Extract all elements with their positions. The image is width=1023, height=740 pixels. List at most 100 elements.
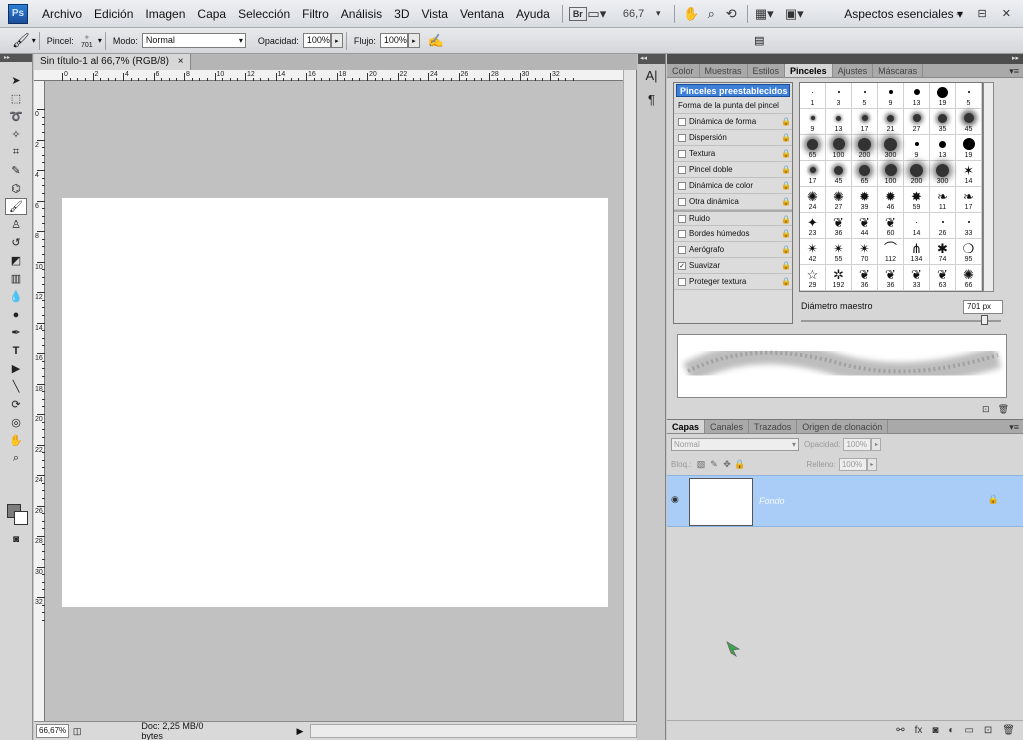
brush-option-checkbox[interactable] [678,149,686,158]
lock-icon[interactable]: 🔒 [781,215,791,224]
brush-preset[interactable]: 5 [852,83,878,109]
document-tab[interactable]: Sin título-1 al 66,7% (RGB/8) × [34,54,191,70]
brush-preset[interactable]: ❧ 17 [956,187,982,213]
brush-option-row[interactable]: Ruido 🔒 [674,210,792,226]
new-brush-icon[interactable]: ⊡ [982,404,998,414]
brush-preset[interactable]: ❦ 63 [930,265,956,291]
background-color-swatch[interactable] [14,511,28,525]
visibility-eye-icon[interactable]: ◉ [671,494,682,505]
brush-preset[interactable]: 13 [904,83,930,109]
tab-mascaras[interactable]: Máscaras [873,64,924,77]
brush-preset[interactable]: 65 [800,135,826,161]
zoom-tool-icon[interactable]: ⌕ [701,4,721,24]
brush-option-checkbox[interactable]: ✓ [678,261,686,270]
brush-option-checkbox[interactable] [678,165,686,174]
brush-preset[interactable]: 14 [904,213,930,239]
brush-preset[interactable]: ✱ 74 [930,239,956,265]
brush-preset[interactable]: ❦ 36 [852,265,878,291]
tab-estilos[interactable]: Estilos [748,64,786,77]
canvas[interactable] [62,198,608,607]
brush-preset[interactable]: ✺ 27 [826,187,852,213]
link-icon[interactable]: ⚯ [896,725,904,736]
menu-edicion[interactable]: Edición [88,0,139,28]
brush-option-checkbox[interactable] [678,133,686,142]
adjustment-icon[interactable]: ◐ [948,725,954,736]
opacity-field[interactable]: 100% [302,33,331,48]
brush-preset[interactable]: ❍ 95 [956,239,982,265]
menu-capa[interactable]: Capa [191,0,232,28]
3d-orbit-tool-icon[interactable]: ◎ [5,414,27,431]
lock-all-icon[interactable]: 🔒 [733,459,746,470]
vertical-scrollbar[interactable] [623,70,636,721]
layer-thumbnail[interactable] [689,478,753,526]
brush-preset[interactable]: ❦ 60 [878,213,904,239]
brush-picker-dropdown-icon[interactable]: ▾ [98,36,102,45]
master-diameter-slider[interactable] [801,320,1001,322]
brush-preset[interactable]: ✴ 70 [852,239,878,265]
lock-pixels-icon[interactable]: ✎ [707,459,720,470]
brush-preset[interactable]: 100 [826,135,852,161]
lock-icon[interactable]: 🔒 [781,245,791,254]
close-icon[interactable]: × [178,56,184,67]
brush-preset[interactable]: 33 [956,213,982,239]
brush-preset[interactable]: ✶ 14 [956,161,982,187]
brush-preset[interactable]: 45 [826,161,852,187]
brush-preset[interactable]: 17 [800,161,826,187]
paragraph-panel-icon[interactable]: ¶ [641,92,663,112]
layer-row-fondo[interactable]: ◉ Fondo 🔒 [667,475,1023,527]
layer-name[interactable]: Fondo [759,496,785,506]
zoom-dropdown-icon[interactable]: ▾ [648,4,668,24]
brush-option-row[interactable]: Otra dinámica 🔒 [674,194,792,210]
brush-preset[interactable]: 26 [930,213,956,239]
gradient-tool-icon[interactable]: ▥ [5,270,27,287]
tab-muestras[interactable]: Muestras [700,64,748,77]
mode-select[interactable]: Normal ▾ [141,33,246,48]
zoom-level[interactable]: 66,7 [619,8,648,20]
dodge-tool-icon[interactable]: ● [5,306,27,323]
flow-slider-button[interactable]: ▸ [407,33,420,48]
3d-rotate-tool-icon[interactable]: ⟳ [5,396,27,413]
brush-option-checkbox[interactable] [678,214,686,223]
status-camera-icon[interactable]: ◫ [73,726,82,737]
brush-option-row[interactable]: Dinámica de forma 🔒 [674,114,792,130]
brush-preset[interactable]: 9 [904,135,930,161]
brush-preset[interactable]: 5 [956,83,982,109]
lock-icon[interactable]: 🔒 [781,197,791,206]
zoom-tool-icon[interactable]: ⌕ [5,450,27,467]
brush-preset[interactable]: ✸ 59 [904,187,930,213]
screen-mode-icon[interactable]: ▭▾ [587,4,607,24]
blend-mode-select[interactable]: Normal [671,437,799,451]
healing-brush-tool-icon[interactable]: ⌬ [5,180,27,197]
brush-panel-toggle-icon[interactable]: ▤ [754,34,764,47]
layer-opacity-slider-button[interactable]: ▸ [871,437,882,451]
brush-preset[interactable]: ✦ 23 [800,213,826,239]
rotate-view-icon[interactable]: ⟲ [721,4,741,24]
menu-archivo[interactable]: Archivo [36,0,88,28]
brush-preset[interactable]: 35 [930,109,956,135]
line-tool-icon[interactable]: ╲ [5,378,27,395]
brush-preset[interactable]: 21 [878,109,904,135]
brush-preset[interactable]: 13 [826,109,852,135]
lock-icon[interactable]: 🔒 [781,133,791,142]
magic-wand-tool-icon[interactable]: ✧ [5,126,27,143]
hand-tool-icon[interactable]: ✋ [5,432,27,449]
fx-icon[interactable]: fx [915,725,923,736]
brush-preset[interactable]: ✺ 66 [956,265,982,291]
tool-preset-dropdown-icon[interactable]: ▾ [32,36,36,45]
tab-capas[interactable]: Capas [667,420,706,433]
brush-preset[interactable]: 19 [930,83,956,109]
quick-mask-icon[interactable]: ◙ [5,531,27,548]
brush-preset[interactable]: ✲ 192 [826,265,852,291]
brush-preset[interactable]: 45 [956,109,982,135]
brush-preset[interactable]: ✹ 39 [852,187,878,213]
brush-picker[interactable]: ✦ 701 [78,33,96,49]
crop-tool-icon[interactable]: ⌗ [5,144,27,161]
brush-option-checkbox[interactable] [678,245,686,254]
window-controls[interactable]: – ⊟ ✕ [956,0,1017,28]
brush-option-checkbox[interactable] [678,181,686,190]
tab-color[interactable]: Color [667,64,700,77]
brush-preset[interactable]: ⌒ 112 [878,239,904,265]
lock-icon[interactable]: 🔒 [781,165,791,174]
tab-trazados[interactable]: Trazados [749,420,798,433]
brush-option-checkbox[interactable] [678,277,686,286]
